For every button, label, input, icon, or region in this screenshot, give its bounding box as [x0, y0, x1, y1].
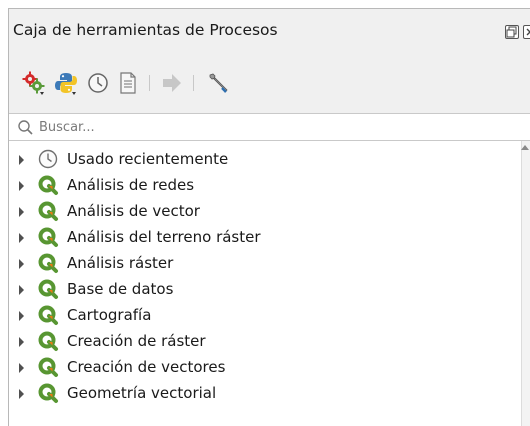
- history-icon: [88, 73, 108, 93]
- panel-title: Caja de herramientas de Procesos: [13, 21, 278, 39]
- expand-arrow-icon[interactable]: [19, 285, 24, 295]
- search-bar: [9, 113, 530, 141]
- tree-item-label: Base de datos: [67, 280, 174, 298]
- expand-arrow-icon[interactable]: [19, 363, 24, 373]
- tree-item[interactable]: Usado recientemente: [9, 147, 509, 173]
- tree-item[interactable]: Creación de ráster: [9, 329, 509, 355]
- tree-item-label: Análisis ráster: [67, 254, 174, 272]
- qgis-logo-icon: [37, 174, 59, 196]
- options-button[interactable]: [205, 70, 231, 96]
- expand-arrow-icon[interactable]: [19, 389, 24, 399]
- expand-arrow-icon[interactable]: [19, 259, 24, 269]
- search-input[interactable]: [39, 117, 339, 137]
- float-panel-button[interactable]: [505, 25, 519, 39]
- tree-item-label: Análisis de vector: [67, 202, 200, 220]
- tree-item[interactable]: Análisis del terreno ráster: [9, 225, 509, 251]
- qgis-logo-icon: [37, 200, 59, 222]
- options-icon: [209, 73, 228, 93]
- tree-item[interactable]: Base de datos: [9, 277, 509, 303]
- toolbar-separator: [149, 75, 150, 91]
- qgis-logo-icon: [37, 226, 59, 248]
- edit-features-in-place-button[interactable]: [159, 70, 185, 96]
- panel-toolbar: [9, 53, 530, 113]
- models-icon: [22, 71, 45, 95]
- qgis-logo-icon: [37, 278, 59, 300]
- tree-item-label: Creación de vectores: [67, 358, 226, 376]
- expand-arrow-icon[interactable]: [19, 155, 24, 165]
- scroll-up-arrow-icon[interactable]: [521, 145, 529, 150]
- expand-arrow-icon[interactable]: [19, 233, 24, 243]
- tree-item[interactable]: Geometría vectorial: [9, 381, 509, 407]
- expand-arrow-icon[interactable]: [19, 207, 24, 217]
- processing-toolbox-panel: Caja de herramientas de Procesos Buscar.…: [8, 8, 530, 426]
- float-icon: [506, 26, 517, 38]
- algorithm-tree: Usado recientemente Análisis de redes Anál…: [9, 141, 530, 426]
- python-scripts-icon: [55, 73, 77, 95]
- panel-titlebar: Caja de herramientas de Procesos: [9, 9, 530, 53]
- edit-features-in-place-icon: [163, 74, 181, 92]
- qgis-logo-icon: [37, 304, 59, 326]
- toolbar-separator: [193, 75, 194, 91]
- qgis-logo-icon: [37, 330, 59, 352]
- expand-arrow-icon[interactable]: [19, 181, 24, 191]
- clock-icon: [37, 148, 59, 170]
- results-viewer-button[interactable]: [115, 70, 141, 96]
- tree-item-label: Geometría vectorial: [67, 384, 217, 402]
- tree-item[interactable]: Análisis de redes: [9, 173, 509, 199]
- expand-arrow-icon[interactable]: [19, 337, 24, 347]
- close-icon: [526, 28, 530, 36]
- history-button[interactable]: [85, 70, 111, 96]
- close-panel-button[interactable]: [523, 25, 530, 39]
- qgis-logo-icon: [37, 356, 59, 378]
- search-icon: [18, 120, 33, 135]
- tree-item[interactable]: Análisis ráster: [9, 251, 509, 277]
- tree-item[interactable]: Cartografía: [9, 303, 509, 329]
- tree-item-label: Cartografía: [67, 306, 152, 324]
- tree-scrollbar[interactable]: [521, 141, 530, 426]
- expand-arrow-icon[interactable]: [19, 311, 24, 321]
- results-viewer-icon: [120, 72, 136, 94]
- tree-item-label: Usado recientemente: [67, 150, 229, 168]
- tree-item-label: Creación de ráster: [67, 332, 206, 350]
- tree-item-label: Análisis de redes: [67, 176, 195, 194]
- tree-item[interactable]: Análisis de vector: [9, 199, 509, 225]
- qgis-logo-icon: [37, 252, 59, 274]
- scripts-button[interactable]: [53, 70, 79, 96]
- tree-item-label: Análisis del terreno ráster: [67, 228, 261, 246]
- qgis-logo-icon: [37, 382, 59, 404]
- models-button[interactable]: [21, 70, 47, 96]
- tree-item[interactable]: Creación de vectores: [9, 355, 509, 381]
